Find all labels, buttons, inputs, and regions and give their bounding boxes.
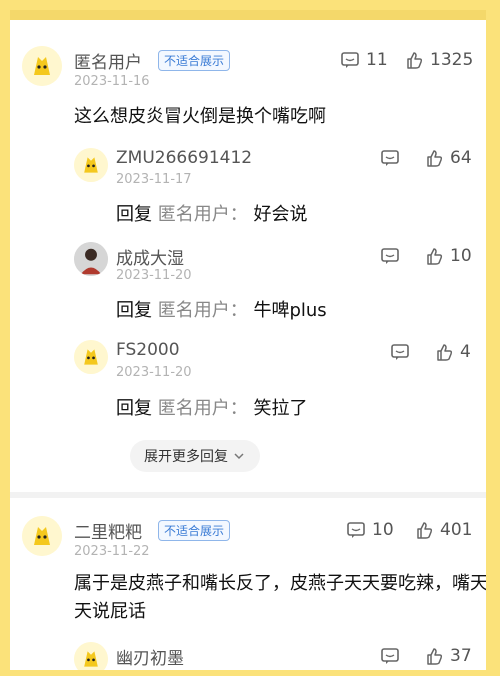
reply-count: 11	[366, 50, 388, 70]
like-button[interactable]: 4	[434, 342, 471, 362]
like-count: 37	[450, 646, 472, 666]
avatar[interactable]	[74, 642, 108, 670]
more-replies-button[interactable]: 展开更多回复	[130, 440, 260, 472]
reply-date: 2023-11-17	[116, 172, 192, 187]
reply-count: 10	[372, 520, 394, 540]
reply-date: 2023-11-20	[116, 365, 192, 380]
more-replies-label: 展开更多回复	[144, 449, 228, 465]
reply-text: 回复 匿名用户： 笑拉了	[116, 398, 308, 419]
reply-button[interactable]	[380, 646, 400, 666]
comment-date: 2023-11-22	[74, 544, 150, 559]
comment-icon	[347, 522, 365, 538]
reply-text: 回复 匿名用户： 牛啤plus	[116, 300, 327, 321]
reply-author[interactable]: ZMU266691412	[116, 148, 252, 168]
comment-author[interactable]: 匿名用户	[74, 48, 142, 73]
thumbs-up-icon	[437, 344, 453, 361]
avatar[interactable]	[22, 46, 62, 86]
like-count: 401	[440, 520, 473, 540]
reply-date: 2023-11-20	[116, 268, 192, 283]
comment-text: 属于是皮燕子和嘴长反了，皮燕子天天要吃辣，嘴天天说屁话	[74, 573, 486, 622]
top-edge	[10, 10, 486, 20]
thumbs-up-icon	[427, 248, 443, 265]
avatar[interactable]	[74, 340, 108, 374]
reply-button[interactable]: 11	[340, 50, 388, 70]
comment-author[interactable]: 二里粑粑	[74, 518, 142, 543]
reply-button[interactable]	[380, 148, 400, 168]
thumbs-up-icon	[417, 522, 433, 539]
comment-panel: 匿名用户 不适合展示 2023-11-16 11 1325 这么想皮炎冒火倒是换…	[10, 10, 486, 670]
reply-author[interactable]: FS2000	[116, 340, 180, 360]
comment-text: 这么想皮炎冒火倒是换个嘴吃啊	[74, 106, 326, 127]
reply-author[interactable]: 成成大湿	[116, 244, 184, 269]
like-count: 10	[450, 246, 472, 266]
thumbs-up-icon	[427, 648, 443, 665]
status-badge: 不适合展示	[158, 520, 231, 541]
comment-icon	[391, 344, 409, 360]
comment-icon	[341, 52, 359, 68]
status-badge: 不适合展示	[158, 50, 231, 71]
divider	[10, 492, 486, 498]
like-count: 64	[450, 148, 472, 168]
reply-button[interactable]: 10	[346, 520, 394, 540]
like-count: 1325	[430, 50, 474, 70]
like-button[interactable]: 64	[424, 148, 472, 168]
reply-button[interactable]	[380, 246, 400, 266]
like-button[interactable]: 1325	[404, 50, 473, 70]
reply-button[interactable]	[390, 342, 410, 362]
like-button[interactable]: 37	[424, 646, 472, 666]
reply-text: 回复 匿名用户： 好会说	[116, 204, 308, 225]
like-count: 4	[460, 342, 471, 362]
thumbs-up-icon	[427, 150, 443, 167]
comment-date: 2023-11-16	[74, 74, 150, 89]
avatar[interactable]	[74, 242, 108, 276]
comment-icon	[381, 648, 399, 664]
chevron-down-icon	[234, 453, 244, 460]
thumbs-up-icon	[407, 52, 423, 69]
reply-author[interactable]: 幽刃初墨	[116, 644, 184, 669]
comment-icon	[381, 150, 399, 166]
avatar[interactable]	[22, 516, 62, 556]
comment-icon	[381, 248, 399, 264]
like-button[interactable]: 10	[424, 246, 472, 266]
like-button[interactable]: 401	[414, 520, 472, 540]
avatar[interactable]	[74, 148, 108, 182]
